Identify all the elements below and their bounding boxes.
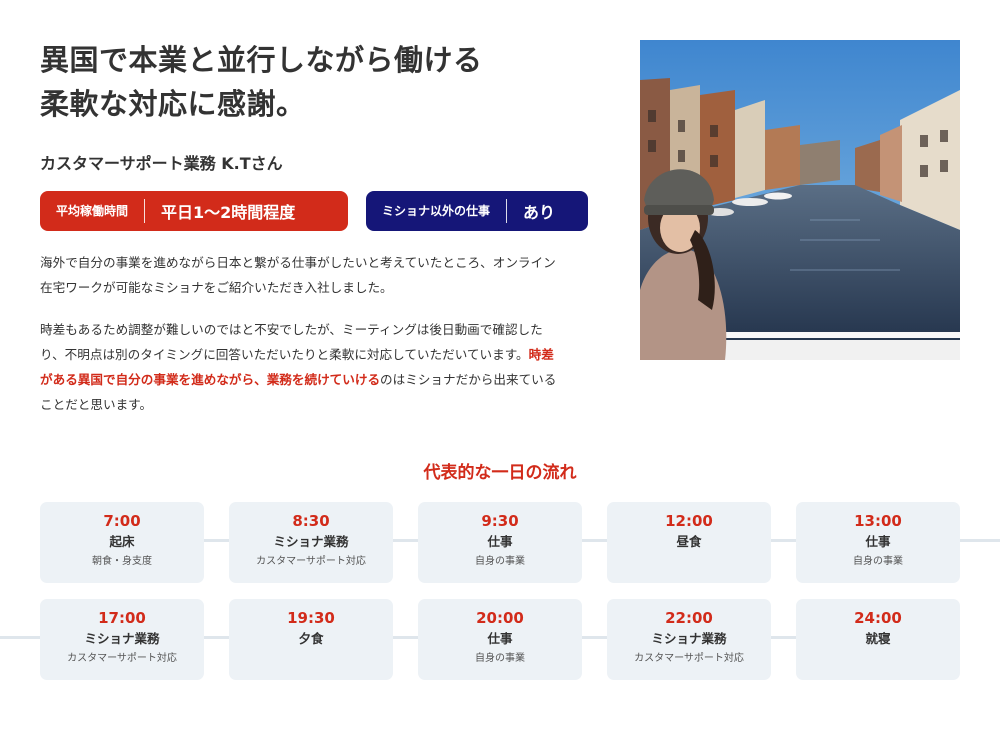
schedule-time: 22:00	[665, 609, 713, 627]
person-title: カスタマーサポート業務 K.Tさん	[40, 154, 283, 173]
schedule-card: 19:30 夕食	[229, 599, 393, 680]
paragraph-line: ことだと思います。	[40, 397, 153, 412]
schedule-activity: 夕食	[298, 631, 324, 646]
schedule-detail: 自身の事業	[853, 556, 903, 567]
badge-value: あり	[523, 203, 556, 222]
badge-label: ミショナ以外の仕事	[366, 199, 508, 223]
schedule-activity: 昼食	[676, 534, 702, 549]
schedule-time: 7:00	[103, 512, 141, 530]
schedule-activity: 仕事	[487, 631, 513, 646]
schedule-activity: ミショナ業務	[651, 631, 727, 646]
schedule-activity: 仕事	[865, 534, 891, 549]
schedule-detail: 朝食・身支度	[92, 556, 152, 567]
badge-label: 平均稼働時間	[40, 199, 146, 223]
schedule-detail: 自身の事業	[475, 653, 525, 664]
testimonial-paragraph: 時差もあるため調整が難しいのではと不安でしたが、ミーティングは後日動画で確認した…	[40, 317, 602, 417]
schedule-time: 12:00	[665, 512, 713, 530]
schedule-card: 20:00 仕事 自身の事業	[418, 599, 582, 680]
highlight-text: がある異国で自分の事業を進めながら、業務を続けていける	[40, 372, 381, 387]
page-headline: 異国で本業と並行しながら働ける 柔軟な対応に感謝。	[40, 38, 600, 126]
paragraph-line: 海外で自分の事業を進めながら日本と繋がる仕事がしたいと考えていたところ、オンライ…	[40, 255, 556, 270]
schedule-time: 13:00	[854, 512, 902, 530]
schedule-card: 24:00 就寝	[796, 599, 960, 680]
schedule-time: 8:30	[292, 512, 330, 530]
schedule-detail: カスタマーサポート対応	[256, 556, 366, 567]
paragraph-text: のはミショナだから出来ている	[380, 372, 557, 387]
avg-working-hours-badge: 平均稼働時間 平日1〜2時間程度	[40, 191, 348, 231]
schedule-activity: 起床	[109, 534, 135, 549]
schedule-card: 8:30 ミショナ業務 カスタマーサポート対応	[229, 502, 393, 583]
headline-line-1: 異国で本業と並行しながら働ける	[40, 43, 483, 77]
schedule-activity: 就寝	[865, 631, 891, 646]
badge-value: 平日1〜2時間程度	[161, 203, 296, 222]
paragraph-line: 在宅ワークが可能なミショナをご紹介いただき入社しました。	[40, 280, 393, 295]
schedule-time: 9:30	[481, 512, 519, 530]
profile-photo	[640, 40, 960, 360]
paragraph-text: り、不明点は別のタイミングに回答いただいたりと柔軟に対応していただいています。	[40, 347, 529, 362]
schedule-time: 24:00	[854, 609, 902, 627]
schedule-detail: カスタマーサポート対応	[67, 653, 177, 664]
schedule-time: 19:30	[287, 609, 335, 627]
canal-photo-illustration	[640, 40, 960, 360]
schedule-card: 7:00 起床 朝食・身支度	[40, 502, 204, 583]
highlight-text: 時差	[528, 347, 554, 362]
schedule-card: 12:00 昼食	[607, 502, 771, 583]
schedule-activity: ミショナ業務	[273, 534, 349, 549]
other-job-badge: ミショナ以外の仕事 あり	[366, 191, 588, 231]
intro-paragraph: 海外で自分の事業を進めながら日本と繋がる仕事がしたいと考えていたところ、オンライ…	[40, 250, 602, 300]
paragraph-line: 時差もあるため調整が難しいのではと不安でしたが、ミーティングは後日動画で確認した	[40, 322, 543, 337]
paragraph-line: り、不明点は別のタイミングに回答いただいたりと柔軟に対応していただいています。時…	[40, 342, 602, 367]
schedule-detail: カスタマーサポート対応	[634, 653, 744, 664]
headline-line-2: 柔軟な対応に感謝。	[40, 87, 306, 121]
schedule-card: 22:00 ミショナ業務 カスタマーサポート対応	[607, 599, 771, 680]
schedule-card: 17:00 ミショナ業務 カスタマーサポート対応	[40, 599, 204, 680]
schedule-detail: 自身の事業	[475, 556, 525, 567]
schedule-activity: ミショナ業務	[84, 631, 160, 646]
schedule-card: 13:00 仕事 自身の事業	[796, 502, 960, 583]
schedule-time: 17:00	[98, 609, 146, 627]
daily-flow-title: 代表的な一日の流れ	[423, 463, 577, 483]
paragraph-line: がある異国で自分の事業を進めながら、業務を続けていけるのはミショナだから出来てい…	[40, 367, 602, 392]
schedule-time: 20:00	[476, 609, 524, 627]
schedule-card: 9:30 仕事 自身の事業	[418, 502, 582, 583]
schedule-activity: 仕事	[487, 534, 513, 549]
